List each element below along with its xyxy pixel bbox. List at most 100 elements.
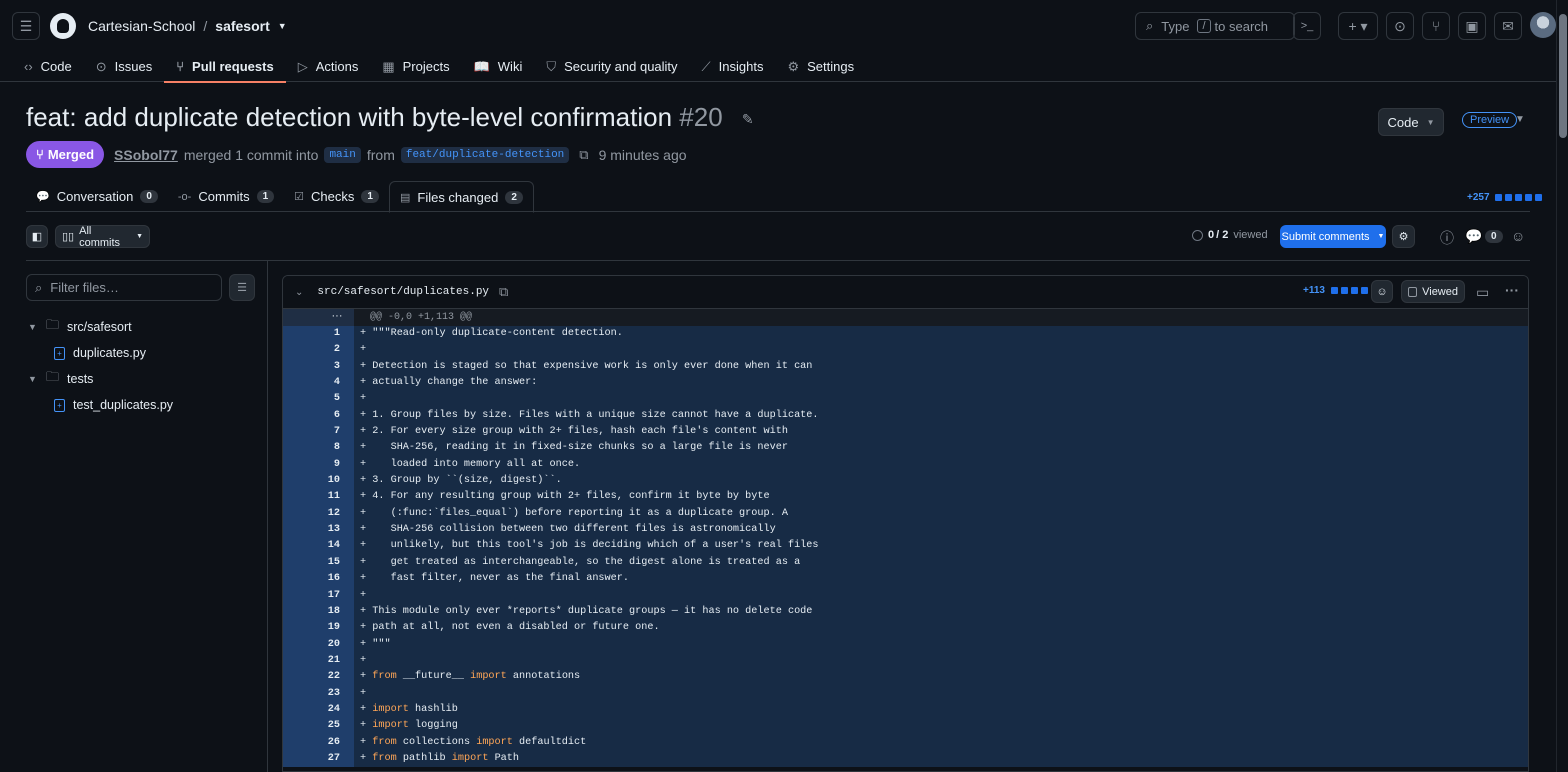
new-line-number[interactable]: 26 xyxy=(320,734,354,751)
chevron-down-icon[interactable]: ⌄ xyxy=(295,287,303,298)
kebab-menu-icon[interactable]: ··· xyxy=(1505,282,1519,298)
old-line-number[interactable] xyxy=(283,669,320,686)
old-line-number[interactable] xyxy=(283,407,320,425)
search-input[interactable]: ⌕ Type / to search xyxy=(1135,12,1295,40)
new-line-number[interactable]: 13 xyxy=(320,522,354,539)
hamburger-menu-button[interactable]: ☰ xyxy=(12,12,40,40)
file-path[interactable]: src/safesort/duplicates.py xyxy=(317,286,489,298)
old-line-number[interactable] xyxy=(283,326,320,343)
tree-file[interactable]: + test_duplicates.py xyxy=(26,392,256,418)
scrollbar[interactable] xyxy=(1556,0,1568,772)
filter-files-input[interactable]: ⌕ Filter files… xyxy=(26,274,222,301)
base-branch[interactable]: main xyxy=(324,146,361,163)
tree-folder[interactable]: ▼ 🗀 tests xyxy=(26,366,256,392)
comment-icon[interactable]: 💬 xyxy=(1465,228,1482,245)
old-line-number[interactable] xyxy=(283,358,320,376)
tab-security-and-quality[interactable]: ⛉ Security and quality xyxy=(534,52,689,82)
new-line-number[interactable]: 21 xyxy=(320,652,354,670)
head-branch[interactable]: feat/duplicate-detection xyxy=(400,146,570,163)
new-line-number[interactable]: 17 xyxy=(320,587,354,604)
tab-code[interactable]: ‹› Code xyxy=(12,52,84,82)
expand-icon[interactable]: ··· xyxy=(320,309,354,326)
new-line-number[interactable]: 7 xyxy=(320,424,354,441)
old-line-number[interactable] xyxy=(283,571,320,588)
chevron-down-icon[interactable]: ▼ xyxy=(28,374,38,384)
new-line-number[interactable]: 9 xyxy=(320,456,354,474)
old-line-number[interactable] xyxy=(283,620,320,637)
pull-requests-icon[interactable]: ⑂ xyxy=(1422,12,1450,40)
old-line-number[interactable] xyxy=(283,734,320,751)
repo-link[interactable]: safesort xyxy=(215,18,269,34)
new-line-number[interactable]: 19 xyxy=(320,620,354,637)
old-line-number[interactable] xyxy=(283,538,320,555)
old-line-number[interactable] xyxy=(283,522,320,539)
author-link[interactable]: SSobol77 xyxy=(114,147,178,163)
tab-wiki[interactable]: 📖 Wiki xyxy=(462,52,535,82)
tree-file[interactable]: + duplicates.py xyxy=(26,340,256,366)
new-line-number[interactable]: 4 xyxy=(320,375,354,392)
tab-checks[interactable]: ☑ Checks 1 xyxy=(284,181,389,212)
create-new-button[interactable]: + ▾ xyxy=(1338,12,1378,40)
old-line-number[interactable] xyxy=(283,456,320,474)
new-line-number[interactable]: 10 xyxy=(320,473,354,490)
old-line-number[interactable] xyxy=(283,685,320,702)
old-line-number[interactable] xyxy=(283,375,320,392)
scrollbar-thumb[interactable] xyxy=(1559,14,1567,138)
copy-icon[interactable]: ⧉ xyxy=(579,147,588,163)
new-line-number[interactable]: 27 xyxy=(320,750,354,768)
new-line-number[interactable]: 15 xyxy=(320,554,354,572)
copilot-icon[interactable]: ☺ xyxy=(1371,280,1393,303)
copilot-icon[interactable]: ☺ xyxy=(1511,228,1525,244)
new-line-number[interactable]: 2 xyxy=(320,342,354,359)
preview-badge[interactable]: Preview xyxy=(1462,112,1518,128)
old-line-number[interactable] xyxy=(283,473,320,490)
diff-settings-gear-icon[interactable]: ⚙ xyxy=(1392,225,1415,248)
submit-comments-button[interactable]: Submit comments ▼ xyxy=(1280,225,1386,248)
old-line-number[interactable] xyxy=(283,342,320,359)
new-line-number[interactable]: 16 xyxy=(320,571,354,588)
command-palette-icon[interactable]: >_ xyxy=(1293,12,1321,40)
new-line-number[interactable]: 18 xyxy=(320,603,354,621)
repositories-icon[interactable]: ▣ xyxy=(1458,12,1486,40)
toggle-file-tree-icon[interactable]: ◧ xyxy=(26,225,48,248)
issues-icon[interactable]: ⊙ xyxy=(1386,12,1414,40)
old-line-number[interactable] xyxy=(283,750,320,768)
viewed-checkbox[interactable]: Viewed xyxy=(1401,280,1465,303)
old-line-number[interactable] xyxy=(283,718,320,735)
new-line-number[interactable]: 6 xyxy=(320,407,354,425)
copy-icon[interactable]: ⧉ xyxy=(499,284,508,300)
inbox-icon[interactable]: ✉ xyxy=(1494,12,1522,40)
new-line-number[interactable]: 22 xyxy=(320,669,354,686)
old-line-number[interactable] xyxy=(283,587,320,604)
tab-conversation[interactable]: 💬 Conversation 0 xyxy=(26,181,168,212)
old-line-number[interactable] xyxy=(283,440,320,457)
new-line-number[interactable]: 11 xyxy=(320,489,354,506)
tab-insights[interactable]: ⟋ Insights xyxy=(690,52,776,82)
tab-actions[interactable]: ▷ Actions xyxy=(286,52,371,82)
avatar[interactable] xyxy=(1530,12,1556,38)
old-line-number[interactable] xyxy=(283,391,320,408)
old-line-number[interactable] xyxy=(283,505,320,523)
tab-pull-requests[interactable]: ⑂ Pull requests xyxy=(164,52,287,83)
new-line-number[interactable]: 24 xyxy=(320,701,354,719)
old-line-number[interactable] xyxy=(283,424,320,441)
new-line-number[interactable]: 25 xyxy=(320,718,354,735)
filter-options-button[interactable]: ☰ xyxy=(229,274,255,301)
edit-pencil-icon[interactable]: ✎ xyxy=(742,111,754,127)
new-line-number[interactable]: 1 xyxy=(320,326,354,343)
chevron-down-icon[interactable]: ▼ xyxy=(278,21,287,31)
old-line-number[interactable] xyxy=(283,554,320,572)
new-line-number[interactable]: 3 xyxy=(320,358,354,376)
all-commits-dropdown[interactable]: ▯▯ All commits ▼ xyxy=(55,225,150,249)
code-button[interactable]: Code ▼ xyxy=(1378,108,1444,136)
tree-folder[interactable]: ▼ 🗀 src/safesort xyxy=(26,314,256,340)
comment-icon[interactable]: ▭ xyxy=(1476,284,1489,301)
new-line-number[interactable]: 20 xyxy=(320,636,354,653)
tab-projects[interactable]: ▦ Projects xyxy=(370,52,461,82)
new-line-number[interactable]: 23 xyxy=(320,685,354,702)
chevron-down-icon[interactable]: ▼ xyxy=(1515,114,1525,125)
org-link[interactable]: Cartesian-School xyxy=(88,18,195,34)
info-icon[interactable]: ⓘ xyxy=(1440,228,1454,248)
github-logo-icon[interactable] xyxy=(50,13,76,39)
old-line-number[interactable] xyxy=(283,652,320,670)
